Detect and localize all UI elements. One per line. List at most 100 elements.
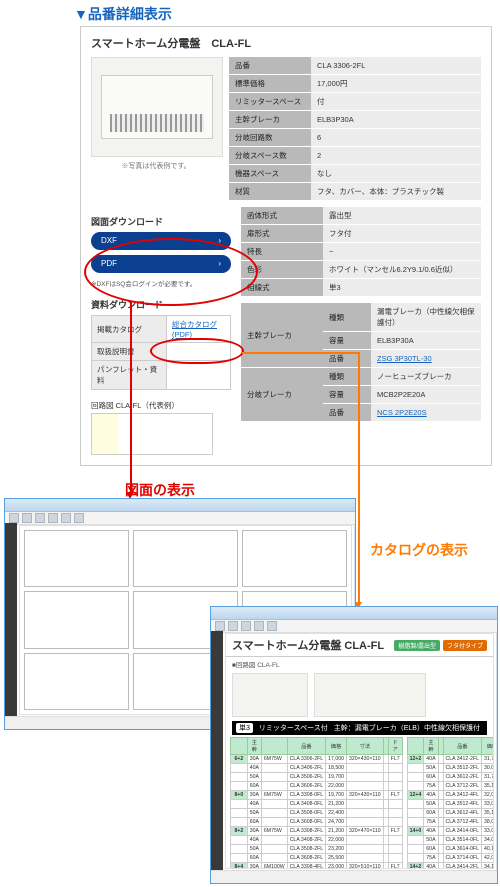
toolbar-icon[interactable]: [241, 621, 251, 631]
catalog-row: 8+030A6M75WCLA 3308-0FL19,700320×430×110…: [231, 791, 403, 800]
catalog-bar-badge: 単3: [236, 723, 253, 733]
breaker-value: ノーヒューズブレーカ: [371, 368, 481, 386]
catalog-th: 価格: [326, 738, 347, 755]
arrow-to-catalog-h: [242, 352, 360, 354]
breaker-section: 分岐ブレーカ: [241, 368, 323, 422]
photo-note: ※写真は代表例です。: [91, 161, 221, 171]
breaker-value: ZSG 3P30TL-30: [371, 350, 481, 368]
spec-key: 分岐回路数: [229, 129, 311, 147]
catalog-row: 6+230A6M75WCLA 3306-2FL17,000320×430×110…: [231, 755, 403, 764]
breaker-value: 漏電ブレーカ（中性線欠相保護付）: [371, 303, 481, 332]
spec-value: 17,000円: [311, 75, 481, 93]
catalog-th: [231, 738, 248, 755]
spec-value: 露出型: [323, 207, 481, 225]
breaker-key: 品番: [323, 404, 371, 422]
catalog-row: 8+230A6M75WCLA 3308-2FL21,200320×470×110…: [231, 827, 403, 836]
catalog-row: 40ACLA 3406-2FL18,500: [231, 764, 403, 773]
catalog-row: 50ACLA 3512-2FL30,000: [407, 764, 494, 773]
catalog-bar-left: リミッタースペース付: [259, 723, 328, 733]
doc-key: 掲載カタログ: [92, 316, 167, 343]
spec-key: リミッタースペース: [229, 93, 311, 111]
drawing-viewer-titlebar[interactable]: [5, 499, 355, 512]
catalog-section-bar: 単3 リミッタースペース付 主幹：漏電ブレーカ（ELB）中性線欠相保護付: [232, 721, 487, 735]
toolbar-icon[interactable]: [228, 621, 238, 631]
catalog-row: 60ACLA 3612-4FL35,100: [407, 809, 494, 818]
catalog-th: [407, 738, 424, 755]
spec-value: ELB3P30A: [311, 111, 481, 129]
catalog-viewer-toolbar[interactable]: [211, 620, 497, 633]
catalog-row: 12+240ACLA 3412-2FL31,700320×550×110FL7: [407, 755, 494, 764]
product-title: スマートホーム分電盤 CLA-FL: [91, 35, 481, 51]
spec-value: 単3: [323, 279, 481, 297]
catalog-row: 75ACLA 3712-4FL38,000: [407, 818, 494, 827]
catalog-th: ドア: [388, 738, 402, 755]
toolbar-icon[interactable]: [254, 621, 264, 631]
drawing-viewer-toolbar[interactable]: [5, 512, 355, 525]
catalog-row: 60ACLA 3608-0FL24,700: [231, 818, 403, 827]
catalog-row: 50ACLA 3514-0FL34,000: [407, 836, 494, 845]
product-photo: [91, 57, 223, 157]
spec-value: −: [323, 243, 481, 261]
breaker-link[interactable]: ZSG 3P30TL-30: [377, 354, 432, 363]
catalog-row: 40ACLA 3408-2FL22,000: [231, 836, 403, 845]
catalog-row: 14+040ACLA 3414-0FL33,000FL7: [407, 827, 494, 836]
toolbar-icon[interactable]: [215, 621, 225, 631]
spec-key: 材質: [229, 183, 311, 201]
section-title: ▼品番詳細表示: [74, 4, 500, 24]
spec-key: 主幹ブレーカ: [229, 111, 311, 129]
catalog-th: [261, 738, 287, 755]
breaker-value: ELB3P30A: [371, 332, 481, 350]
spec-value: 付: [311, 93, 481, 111]
breaker-table: 主幹ブレーカ種類漏電ブレーカ（中性線欠相保護付）容量ELB3P30A品番ZSG …: [241, 303, 481, 422]
catalog-subtitle: ■回路図 CLA-FL: [226, 657, 493, 671]
breaker-key: 容量: [323, 332, 371, 350]
spec-key: 分岐スペース数: [229, 147, 311, 165]
catalog-row: 8+430A6M100WCLA 3308-4FL23,000320×510×11…: [231, 863, 403, 870]
catalog-pdf-link[interactable]: 総合カタログ(PDF): [172, 320, 217, 339]
breaker-link[interactable]: NCS 2P2E20S: [377, 408, 427, 417]
spec-value: フタ、カバー、本体：プラスチック製: [311, 183, 481, 201]
catalog-bar-right: 主幹：漏電ブレーカ（ELB）中性線欠相保護付: [334, 723, 480, 733]
catalog-viewer-page[interactable]: スマートホーム分電盤 CLA-FL 樹脂製/露出型 フタ付タイプ ■回路図 CL…: [225, 633, 494, 869]
catalog-row: 50ACLA 3508-0FL22,400: [231, 809, 403, 818]
spec-key: 機器スペース: [229, 165, 311, 183]
breaker-key: 容量: [323, 386, 371, 404]
spec-table: 品番CLA 3306-2FL標準価格17,000円リミッタースペース付主幹ブレー…: [229, 57, 481, 201]
toolbar-icon[interactable]: [48, 513, 58, 523]
drawing-viewer-sidebar[interactable]: [5, 523, 17, 729]
arrow-to-catalog-v: [358, 352, 360, 604]
toolbar-icon[interactable]: [267, 621, 277, 631]
spec-value: 2: [311, 147, 481, 165]
circuit-thumbnail: [91, 413, 213, 455]
circuit-caption: 回路図 CLA-FL（代表例）: [91, 400, 231, 411]
catalog-row: 50ACLA 3506-2FL19,700: [231, 773, 403, 782]
toolbar-icon[interactable]: [61, 513, 71, 523]
drawing-dl-heading: 図面ダウンロード: [91, 215, 231, 228]
catalog-viewer-titlebar[interactable]: [211, 607, 497, 620]
catalog-table-right: 主幹品番価格寸法ドア12+240ACLA 3412-2FL31,700320×5…: [407, 737, 494, 869]
catalog-tag: フタ付タイプ: [443, 640, 487, 651]
spec-key: 標準価格: [229, 75, 311, 93]
toolbar-icon[interactable]: [9, 513, 19, 523]
catalog-th: 寸法: [347, 738, 384, 755]
catalog-row: 60ACLA 3606-2FL22,000: [231, 782, 403, 791]
spec-key: 特長: [241, 243, 323, 261]
catalog-viewer-sidebar[interactable]: [211, 631, 223, 883]
catalog-row: 75ACLA 3714-0FL42,000: [407, 854, 494, 863]
breaker-value: NCS 2P2E20S: [371, 404, 481, 422]
toolbar-icon[interactable]: [35, 513, 45, 523]
catalog-row: 75ACLA 3712-2FL35,100: [407, 782, 494, 791]
drawing-spec-table: 函体形式露出型扉形式フタ付特長−色彩ホワイト（マンセル6.2Y9.1/0.6近似…: [241, 207, 481, 297]
catalog-product-image: [314, 673, 426, 717]
doc-value: [167, 361, 231, 390]
catalog-circuit-image: [232, 673, 308, 717]
spec-value: CLA 3306-2FL: [311, 57, 481, 75]
catalog-th: 主幹: [247, 738, 261, 755]
breaker-section: 主幹ブレーカ: [241, 303, 323, 368]
spec-key: 函体形式: [241, 207, 323, 225]
spec-value: フタ付: [323, 225, 481, 243]
toolbar-icon[interactable]: [22, 513, 32, 523]
arrow-to-drawing: [130, 302, 132, 494]
catalog-th: 価格: [481, 738, 494, 755]
toolbar-icon[interactable]: [74, 513, 84, 523]
